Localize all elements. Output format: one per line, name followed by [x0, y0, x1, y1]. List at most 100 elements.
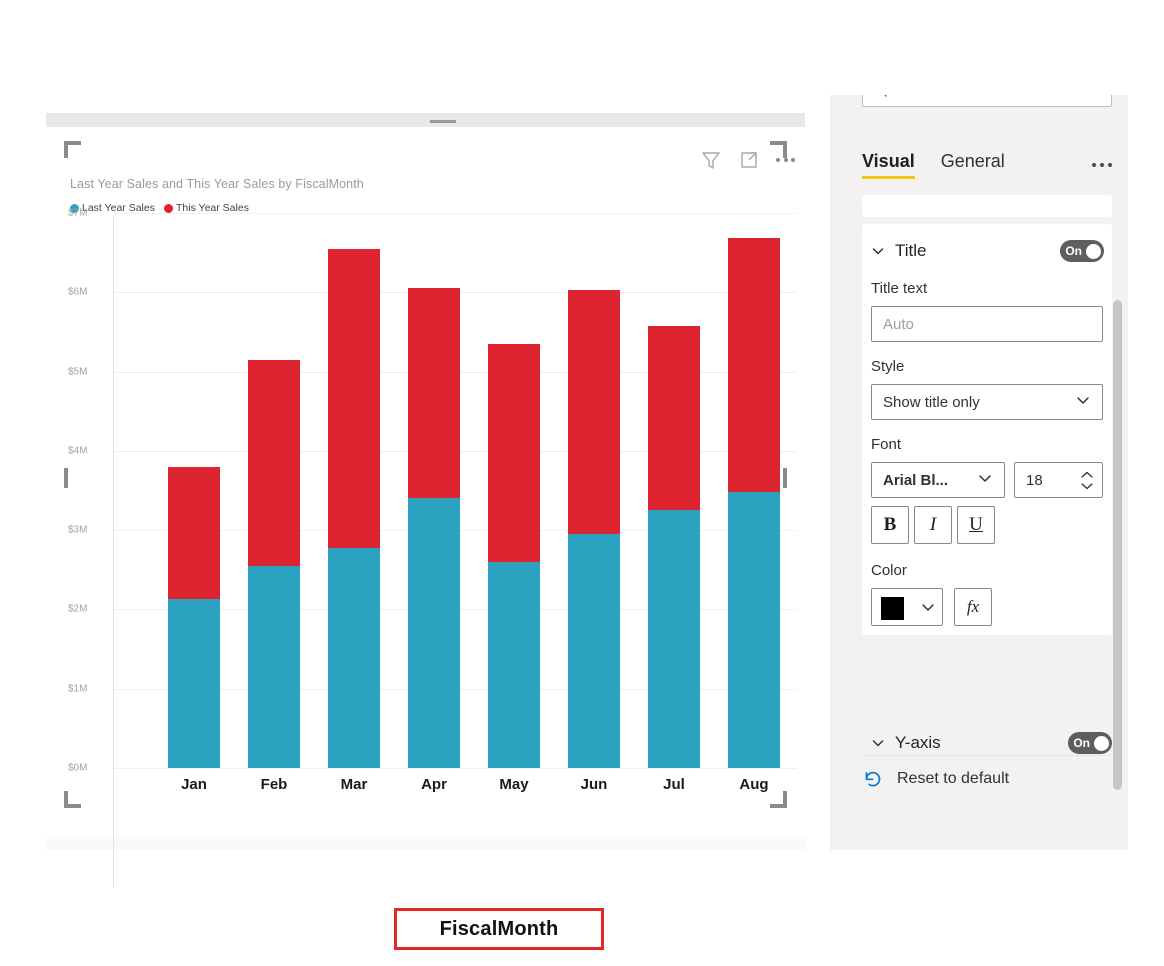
bar-segment[interactable] [488, 344, 540, 562]
reset-to-default-button[interactable]: Reset to default [862, 755, 1112, 801]
format-pane-scrollbar[interactable] [1113, 300, 1122, 790]
reset-to-default-label: Reset to default [897, 770, 1009, 788]
title-toggle-label: On [1065, 244, 1082, 258]
selection-handle-bottom-left[interactable] [64, 791, 81, 808]
bar-segment[interactable] [328, 548, 380, 768]
title-section-label: Title [895, 241, 927, 261]
undo-icon [862, 768, 884, 790]
yaxis-section-label: Y-axis [895, 733, 941, 753]
bar-segment[interactable] [648, 510, 700, 768]
format-pane: Search Visual General Title On Title tex… [830, 95, 1128, 850]
x-axis-title-annotation: FiscalMonth [394, 908, 604, 950]
title-section-header[interactable]: Title On [870, 238, 1104, 264]
toggle-knob [1086, 244, 1101, 259]
report-visual-container[interactable]: Last Year Sales and This Year Sales by F… [46, 113, 805, 850]
visual-card: Last Year Sales and This Year Sales by F… [46, 127, 805, 837]
tab-visual[interactable]: Visual [862, 151, 915, 179]
chevron-down-icon [920, 599, 936, 620]
bar-segment[interactable] [728, 492, 780, 768]
bold-button[interactable]: B [871, 506, 909, 544]
fx-label: fx [967, 597, 979, 617]
chevron-down-icon [1075, 392, 1091, 413]
y-axis-tick-label: $7M [68, 208, 110, 219]
search-input[interactable]: Search [862, 95, 1112, 107]
bar-segment[interactable] [648, 326, 700, 511]
selection-handle-top-right[interactable] [770, 141, 787, 158]
app-root: Last Year Sales and This Year Sales by F… [0, 0, 1164, 966]
font-size-input[interactable]: 18 [1014, 462, 1103, 498]
pane-more-options-icon[interactable] [1092, 163, 1112, 179]
bar-segment[interactable] [168, 467, 220, 599]
chevron-up-icon[interactable] [1080, 471, 1094, 479]
x-axis-tick-label: Apr [394, 776, 474, 793]
chevron-down-icon [870, 243, 886, 259]
x-axis-tick-label: Jul [634, 776, 714, 793]
italic-label: I [930, 514, 936, 536]
selection-handle-right[interactable] [783, 468, 787, 488]
font-size-stepper[interactable] [1080, 471, 1094, 490]
chevron-down-icon [977, 470, 993, 491]
bold-label: B [884, 514, 897, 536]
y-axis-tick-label: $0M [68, 763, 110, 774]
bar-segment[interactable] [728, 238, 780, 492]
selection-handle-top-left[interactable] [64, 141, 81, 158]
y-axis-tick-label: $3M [68, 525, 110, 536]
chevron-down-icon[interactable] [1080, 482, 1094, 490]
font-family-value: Arial Bl... [883, 472, 948, 489]
font-size-value: 18 [1026, 472, 1043, 489]
style-value: Show title only [883, 394, 980, 411]
title-text-label: Title text [871, 280, 927, 297]
title-text-input[interactable]: Auto [871, 306, 1103, 342]
x-axis-tick-label: Jan [154, 776, 234, 793]
gridline [114, 213, 797, 214]
conditional-formatting-button[interactable]: fx [954, 588, 992, 626]
title-text-value: Auto [883, 316, 914, 333]
y-axis-tick-label: $5M [68, 366, 110, 377]
y-axis-tick-label: $1M [68, 683, 110, 694]
x-axis-tick-label: May [474, 776, 554, 793]
selection-handle-bottom-right[interactable] [770, 791, 787, 808]
search-placeholder: Search [897, 95, 943, 98]
color-swatch [881, 597, 904, 620]
style-label: Style [871, 358, 904, 375]
yaxis-toggle[interactable]: On [1068, 732, 1112, 754]
chart-plot-area[interactable]: $0M$1M$2M$3M$4M$5M$6M$7MJanFebMarAprMayJ… [46, 127, 805, 837]
italic-button[interactable]: I [914, 506, 952, 544]
x-axis-tick-label: Jun [554, 776, 634, 793]
x-axis-tick-label: Mar [314, 776, 394, 793]
x-axis-title-label: FiscalMonth [440, 918, 559, 941]
color-picker[interactable] [871, 588, 943, 626]
underline-button[interactable]: U [957, 506, 995, 544]
font-family-dropdown[interactable]: Arial Bl... [871, 462, 1005, 498]
title-settings-card: Title On Title text Auto Style Show titl… [862, 224, 1112, 635]
selection-handle-left[interactable] [64, 468, 68, 488]
search-icon [873, 95, 888, 98]
color-label: Color [871, 562, 907, 579]
bar-segment[interactable] [568, 290, 620, 534]
bar-segment[interactable] [168, 599, 220, 768]
style-dropdown[interactable]: Show title only [871, 384, 1103, 420]
gridline [114, 768, 797, 769]
bar-segment[interactable] [328, 249, 380, 549]
chevron-down-icon [870, 735, 886, 751]
title-toggle[interactable]: On [1060, 240, 1104, 262]
y-axis-tick-label: $4M [68, 445, 110, 456]
bar-segment[interactable] [408, 498, 460, 768]
y-axis-tick-label: $2M [68, 604, 110, 615]
bar-segment[interactable] [248, 360, 300, 566]
y-axis-tick-label: $6M [68, 287, 110, 298]
x-axis-tick-label: Feb [234, 776, 314, 793]
yaxis-section-header[interactable]: Y-axis On [870, 730, 1112, 756]
bar-segment[interactable] [568, 534, 620, 768]
pane-tabs: Visual General [862, 151, 1112, 179]
underline-label: U [969, 514, 983, 536]
yaxis-toggle-label: On [1073, 736, 1090, 750]
pane-card-stub [862, 195, 1112, 217]
tab-general[interactable]: General [941, 151, 1005, 179]
y-axis-line [113, 217, 114, 887]
bar-segment[interactable] [408, 288, 460, 498]
bar-segment[interactable] [248, 566, 300, 768]
font-label: Font [871, 436, 901, 453]
toggle-knob [1094, 736, 1109, 751]
bar-segment[interactable] [488, 562, 540, 768]
